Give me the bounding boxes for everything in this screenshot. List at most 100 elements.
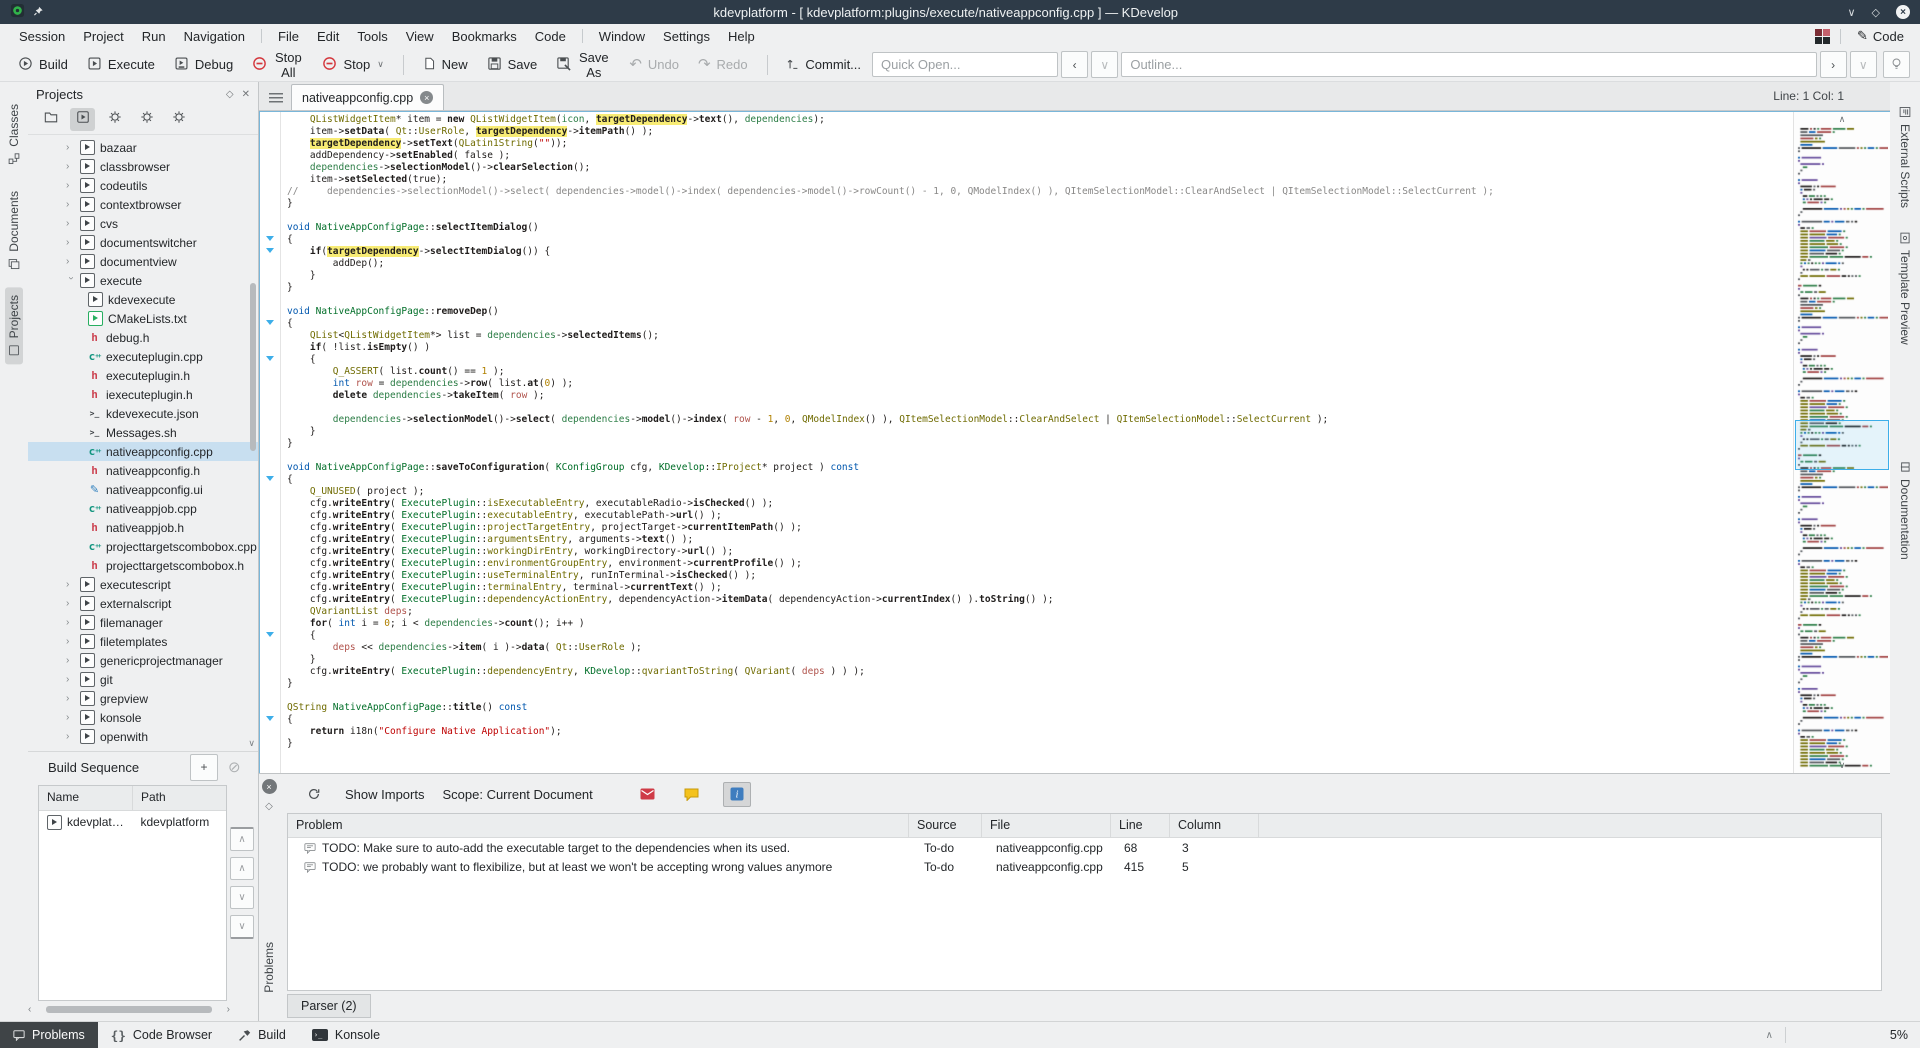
- column-header-column[interactable]: Column: [1170, 814, 1259, 837]
- column-header-name[interactable]: Name: [39, 786, 133, 810]
- tree-item-konsole[interactable]: ›konsole: [28, 708, 258, 727]
- parser-tab[interactable]: Parser (2): [287, 994, 371, 1018]
- minimap-scroll-up-icon[interactable]: ∧: [1794, 114, 1890, 125]
- tree-item-debug-h[interactable]: hdebug.h: [28, 328, 258, 347]
- problem-row[interactable]: TODO: we probably want to flexibilize, b…: [288, 857, 1881, 876]
- outline-input[interactable]: [1121, 52, 1816, 77]
- save-button[interactable]: Save: [479, 52, 546, 78]
- move-up-button[interactable]: ∧: [230, 857, 254, 880]
- tree-item-projecttargetscombobox-cpp[interactable]: c++projecttargetscombobox.cpp: [28, 537, 258, 556]
- dropdown-arrow-icon[interactable]: ∨: [377, 59, 384, 70]
- close-toolview-icon[interactable]: ×: [262, 779, 277, 794]
- column-header-problem[interactable]: Problem: [288, 814, 909, 837]
- tree-item-filemanager[interactable]: ›filemanager: [28, 613, 258, 632]
- code-area-button[interactable]: ✎ Code: [1851, 26, 1910, 46]
- problem-row[interactable]: TODO: Make sure to auto-add the executab…: [288, 838, 1881, 857]
- tab-close-icon[interactable]: ×: [420, 91, 433, 104]
- tree-scrollbar[interactable]: [250, 283, 256, 451]
- menu-settings[interactable]: Settings: [654, 28, 719, 45]
- expander-icon[interactable]: ›: [66, 732, 75, 742]
- fold-marker-icon[interactable]: [266, 248, 274, 253]
- jump-back-dropdown[interactable]: ∨: [1091, 51, 1118, 78]
- expander-icon[interactable]: ›: [66, 238, 75, 248]
- build-sequence-row[interactable]: kdevplatformkdevplatform: [39, 811, 226, 833]
- tree-item-nativeappjob-h[interactable]: hnativeappjob.h: [28, 518, 258, 537]
- show-imports-button[interactable]: Show Imports: [345, 787, 424, 802]
- close-icon[interactable]: ×: [1896, 5, 1910, 19]
- tree-item-nativeappconfig-h[interactable]: hnativeappconfig.h: [28, 461, 258, 480]
- menu-view[interactable]: View: [397, 28, 443, 45]
- statusbar-code-browser[interactable]: {}Code Browser: [98, 1022, 225, 1048]
- menu-navigation[interactable]: Navigation: [175, 28, 254, 45]
- tree-item-filetemplates[interactable]: ›filetemplates: [28, 632, 258, 651]
- minimap[interactable]: ∧ ∨: [1793, 112, 1890, 773]
- reparse-button[interactable]: [301, 783, 327, 806]
- move-top-button[interactable]: ∧: [230, 827, 254, 851]
- save-as-button[interactable]: Save As: [548, 46, 618, 84]
- commit-button[interactable]: Commit...: [778, 52, 869, 78]
- tree-item-codeutils[interactable]: ›codeutils: [28, 176, 258, 195]
- new-button[interactable]: New: [415, 52, 476, 78]
- expander-icon[interactable]: ›: [66, 580, 75, 590]
- tree-item-openwith[interactable]: ›openwith: [28, 727, 258, 746]
- menu-session[interactable]: Session: [10, 28, 74, 45]
- tree-item-iexecuteplugin-h[interactable]: hiexecuteplugin.h: [28, 385, 258, 404]
- tree-item-executescript[interactable]: ›executescript: [28, 575, 258, 594]
- menu-file[interactable]: File: [269, 28, 308, 45]
- expander-icon[interactable]: ›: [66, 675, 75, 685]
- expander-icon[interactable]: ›: [66, 200, 75, 210]
- menu-code[interactable]: Code: [526, 28, 575, 45]
- fold-marker-icon[interactable]: [266, 476, 274, 481]
- float-toolview-icon[interactable]: ◇: [265, 801, 273, 812]
- expander-icon[interactable]: ›: [66, 713, 75, 723]
- filter-errors-button[interactable]: [635, 783, 661, 806]
- run-settings-button[interactable]: [102, 108, 127, 131]
- reload-project-button[interactable]: [134, 108, 159, 131]
- tree-item-classbrowser[interactable]: ›classbrowser: [28, 157, 258, 176]
- filter-hints-button[interactable]: i: [723, 782, 751, 807]
- menu-help[interactable]: Help: [719, 28, 764, 45]
- tree-item-executeplugin-cpp[interactable]: c++executeplugin.cpp: [28, 347, 258, 366]
- sidebar-tab-documents[interactable]: Documents: [5, 183, 23, 278]
- tree-scroll-down-icon[interactable]: ∨: [248, 738, 255, 749]
- expander-icon[interactable]: ›: [66, 694, 75, 704]
- build-button[interactable]: Build: [10, 52, 76, 78]
- fold-marker-icon[interactable]: [266, 236, 274, 241]
- right-tab-external-scripts[interactable]: External Scripts: [1896, 100, 1914, 214]
- tree-item-execute[interactable]: ›execute: [28, 271, 258, 290]
- open-project-button[interactable]: [38, 108, 63, 131]
- tree-item-git[interactable]: ›git: [28, 670, 258, 689]
- column-header-source[interactable]: Source: [909, 814, 982, 837]
- statusbar-expand-icon[interactable]: ∧: [1766, 1030, 1773, 1041]
- stop-button[interactable]: Stop∨: [314, 52, 391, 78]
- fold-marker-icon[interactable]: [266, 716, 274, 721]
- add-to-build-sequence-button[interactable]: +: [190, 754, 218, 781]
- menu-project[interactable]: Project: [74, 28, 132, 45]
- execute-button[interactable]: Execute: [79, 52, 163, 78]
- statusbar-konsole[interactable]: ›_Konsole: [299, 1022, 393, 1048]
- tree-item-genericprojectmanager[interactable]: ›genericprojectmanager: [28, 651, 258, 670]
- expander-icon[interactable]: ›: [66, 599, 75, 609]
- tree-item-projecttargetscombobox-h[interactable]: hprojecttargetscombobox.h: [28, 556, 258, 575]
- sidebar-tab-projects[interactable]: Projects: [5, 287, 23, 364]
- undo-button[interactable]: ↶Undo: [621, 53, 687, 76]
- move-down-button[interactable]: ∨: [230, 886, 254, 909]
- scroll-right-icon[interactable]: ›: [227, 1004, 230, 1015]
- jump-forward-button[interactable]: ›: [1820, 51, 1847, 78]
- menu-tools[interactable]: Tools: [348, 28, 396, 45]
- sidebar-tab-classes[interactable]: Classes: [5, 96, 23, 173]
- tree-item-externalscript[interactable]: ›externalscript: [28, 594, 258, 613]
- tree-item-documentview[interactable]: ›documentview: [28, 252, 258, 271]
- expander-icon[interactable]: ›: [66, 637, 75, 647]
- menu-window[interactable]: Window: [590, 28, 654, 45]
- maximize-icon[interactable]: ◇: [1872, 6, 1880, 19]
- minimap-viewport[interactable]: [1795, 420, 1889, 470]
- statusbar-build[interactable]: Build: [225, 1022, 299, 1048]
- scroll-left-icon[interactable]: ‹: [28, 1004, 31, 1015]
- column-header-line[interactable]: Line: [1111, 814, 1170, 837]
- expander-icon[interactable]: ›: [66, 257, 75, 267]
- jump-back-button[interactable]: ‹: [1061, 51, 1088, 78]
- code-view[interactable]: QListWidgetItem* item = new QListWidgetI…: [281, 112, 1793, 773]
- tree-item-nativeappjob-cpp[interactable]: c++nativeappjob.cpp: [28, 499, 258, 518]
- execute-target-button[interactable]: [70, 108, 95, 131]
